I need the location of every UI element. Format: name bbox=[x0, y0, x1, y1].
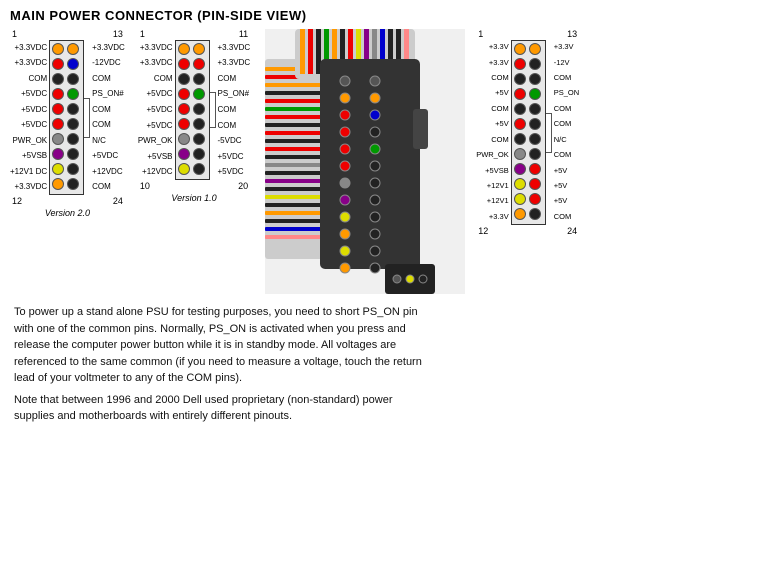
pin-10-2 bbox=[67, 178, 79, 190]
v10-bot-right-num: 20 bbox=[238, 181, 248, 191]
v10-pin-5-2 bbox=[193, 103, 205, 115]
rp-11-1 bbox=[514, 193, 526, 205]
v10-pin-4-1 bbox=[178, 88, 190, 100]
v10-pin-4-2 bbox=[193, 88, 205, 100]
v10-label: Version 1.0 bbox=[171, 193, 216, 203]
v20-right-labels: +3.3VDC -12VDC COM PS_ON# COM COM N/C +5… bbox=[90, 40, 125, 195]
rp-3-1 bbox=[514, 73, 526, 85]
v20-top-left-num: 1 bbox=[12, 29, 17, 39]
v10-pin-1-2 bbox=[193, 43, 205, 55]
pin-10-1 bbox=[52, 178, 64, 190]
v10-pin-9-1 bbox=[178, 163, 190, 175]
v20-bot-left-num: 12 bbox=[12, 196, 22, 206]
pin-3-2 bbox=[67, 73, 79, 85]
pin-1-1 bbox=[52, 43, 64, 55]
v20-bot-right-num: 24 bbox=[113, 196, 123, 206]
page-title: MAIN POWER CONNECTOR (PIN-SIDE VIEW) bbox=[10, 8, 759, 23]
v10-pin-6-1 bbox=[178, 118, 190, 130]
v10-top-left-num: 1 bbox=[140, 29, 145, 39]
pin-3-1 bbox=[52, 73, 64, 85]
right-bot-left-num: 12 bbox=[478, 226, 488, 236]
v20-pin-grid bbox=[49, 40, 84, 195]
rp-1-1 bbox=[514, 43, 526, 55]
v10-pin-2-1 bbox=[178, 58, 190, 70]
rp-10-2 bbox=[529, 178, 541, 190]
right-diagram: 1 13 +3.3V +3.3V COM +5V COM +5V COM PWR… bbox=[476, 29, 579, 236]
rp-6-2 bbox=[529, 118, 541, 130]
pin-1-2 bbox=[67, 43, 79, 55]
v20-diagram: 1 13 +3.3VDC +3.3VDC COM +5VDC +5VDC +5V… bbox=[10, 29, 125, 218]
v10-pin-7-1 bbox=[178, 133, 190, 145]
pin-7-2 bbox=[67, 133, 79, 145]
pin-4-1 bbox=[52, 88, 64, 100]
main-container: MAIN POWER CONNECTOR (PIN-SIDE VIEW) 1 1… bbox=[0, 0, 769, 585]
pin-5-1 bbox=[52, 103, 64, 115]
v10-pin-8-2 bbox=[193, 148, 205, 160]
pin-2-1 bbox=[52, 58, 64, 70]
v10-top-right-num: 11 bbox=[239, 29, 248, 39]
connector-photo-svg bbox=[265, 29, 465, 294]
pin-8-2 bbox=[67, 148, 79, 160]
v10-pin-1-1 bbox=[178, 43, 190, 55]
pin-9-2 bbox=[67, 163, 79, 175]
v10-pin-grid bbox=[175, 40, 210, 180]
rp-5-2 bbox=[529, 103, 541, 115]
rp-3-2 bbox=[529, 73, 541, 85]
pin-2-2 bbox=[67, 58, 79, 70]
v10-pin-5-1 bbox=[178, 103, 190, 115]
rp-2-1 bbox=[514, 58, 526, 70]
v20-top-right-num: 13 bbox=[113, 29, 123, 39]
pin-6-1 bbox=[52, 118, 64, 130]
diagrams-section: 1 13 +3.3VDC +3.3VDC COM +5VDC +5VDC +5V… bbox=[10, 29, 759, 294]
v20-label: Version 2.0 bbox=[45, 208, 90, 218]
v10-diagram: 1 11 +3.3VDC +3.3VDC COM +5VDC +5VDC +5V… bbox=[138, 29, 250, 203]
pin-9-1 bbox=[52, 163, 64, 175]
rp-8-1 bbox=[514, 148, 526, 160]
right-right-labels: +3.3V -12V COM PS_ON COM COM N/C COM +5V… bbox=[552, 40, 579, 225]
v10-left-labels: +3.3VDC +3.3VDC COM +5VDC +5VDC +5VDC PW… bbox=[138, 40, 175, 180]
v10-pin-3-2 bbox=[193, 73, 205, 85]
rp-12-2 bbox=[529, 208, 541, 220]
rp-7-2 bbox=[529, 133, 541, 145]
rp-4-2 bbox=[529, 88, 541, 100]
description-para2: Note that between 1996 and 2000 Dell use… bbox=[14, 392, 434, 425]
connector-photo bbox=[265, 29, 465, 294]
rp-9-1 bbox=[514, 163, 526, 175]
right-top-left-num: 1 bbox=[478, 29, 483, 39]
rp-10-1 bbox=[514, 178, 526, 190]
pin-8-1 bbox=[52, 148, 64, 160]
pin-6-2 bbox=[67, 118, 79, 130]
v10-pin-7-2 bbox=[193, 133, 205, 145]
v10-pin-9-2 bbox=[193, 163, 205, 175]
rp-4-1 bbox=[514, 88, 526, 100]
rp-8-2 bbox=[529, 148, 541, 160]
rp-1-2 bbox=[529, 43, 541, 55]
rp-9-2 bbox=[529, 163, 541, 175]
v10-bot-left-num: 10 bbox=[140, 181, 150, 191]
right-left-labels: +3.3V +3.3V COM +5V COM +5V COM PWR_OK +… bbox=[476, 40, 511, 225]
rp-11-2 bbox=[529, 193, 541, 205]
description-section: To power up a stand alone PSU for testin… bbox=[10, 304, 759, 425]
v20-left-labels: +3.3VDC +3.3VDC COM +5VDC +5VDC +5VDC PW… bbox=[10, 40, 49, 195]
pin-5-2 bbox=[67, 103, 79, 115]
rp-5-1 bbox=[514, 103, 526, 115]
pin-4-2 bbox=[67, 88, 79, 100]
rp-2-2 bbox=[529, 58, 541, 70]
right-bot-right-num: 24 bbox=[567, 226, 577, 236]
right-pin-grid bbox=[511, 40, 546, 225]
rp-12-1 bbox=[514, 208, 526, 220]
rp-7-1 bbox=[514, 133, 526, 145]
v10-right-labels: +3.3VDC +3.3VDC COM PS_ON# COM COM -5VDC… bbox=[216, 40, 251, 180]
description-para1: To power up a stand alone PSU for testin… bbox=[14, 304, 434, 387]
v10-pin-8-1 bbox=[178, 148, 190, 160]
right-top-right-num: 13 bbox=[567, 29, 577, 39]
rp-6-1 bbox=[514, 118, 526, 130]
v10-pin-3-1 bbox=[178, 73, 190, 85]
v10-pin-6-2 bbox=[193, 118, 205, 130]
v10-pin-2-2 bbox=[193, 58, 205, 70]
pin-7-1 bbox=[52, 133, 64, 145]
